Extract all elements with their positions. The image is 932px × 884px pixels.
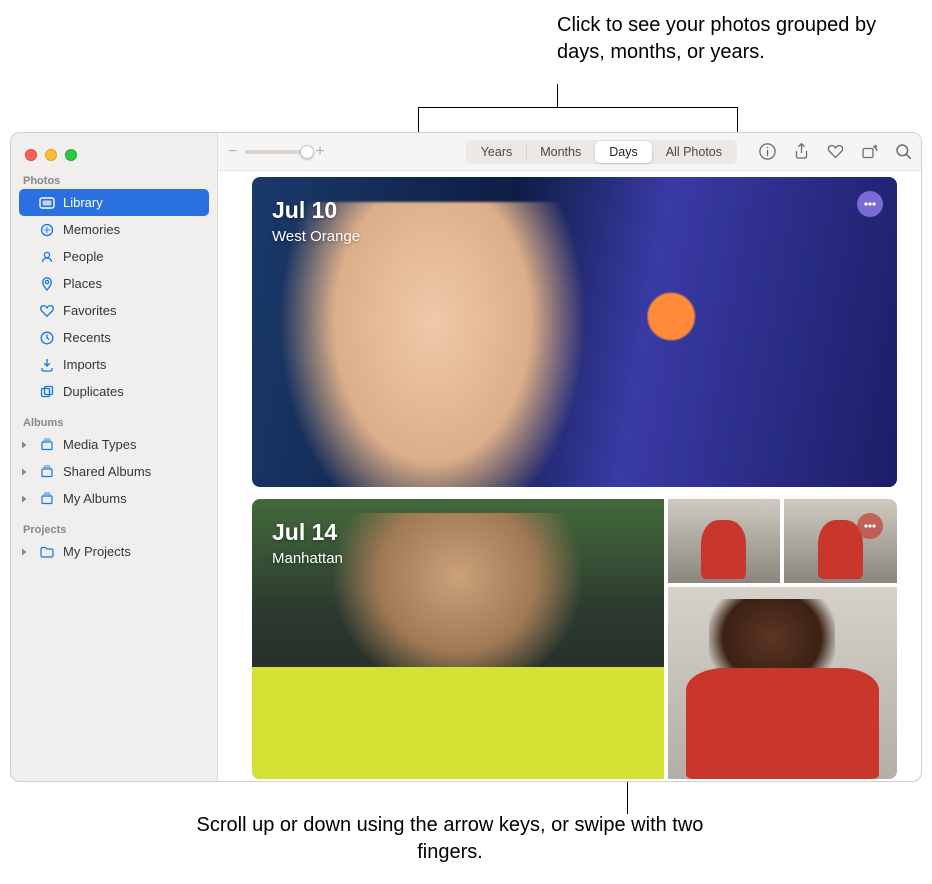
disclosure-triangle-icon[interactable] (19, 467, 29, 477)
memories-icon (39, 222, 55, 238)
window-controls (11, 133, 217, 171)
segment-years[interactable]: Years (467, 141, 527, 163)
zoom-in-icon[interactable]: + (315, 144, 324, 160)
sidebar-item-label: My Projects (63, 544, 131, 559)
sidebar-item-label: Places (63, 276, 102, 291)
sidebar-item-label: People (63, 249, 103, 264)
day-group[interactable]: Jul 14 Manhattan (252, 499, 897, 779)
toolbar-actions (743, 142, 913, 162)
sidebar-item-label: Recents (63, 330, 111, 345)
date-label: Jul 10 (272, 197, 360, 224)
fullscreen-window-button[interactable] (65, 149, 77, 161)
folder-icon (39, 544, 55, 560)
minimize-window-button[interactable] (45, 149, 57, 161)
sidebar-item-places[interactable]: Places (19, 270, 209, 297)
favorite-heart-icon[interactable] (825, 142, 845, 162)
sidebar-item-favorites[interactable]: Favorites (19, 297, 209, 324)
sidebar-section-albums: Albums (11, 413, 217, 431)
toolbar: − + Years Months Days All Photos (218, 133, 921, 171)
sidebar: Photos Library Memories People Places (11, 133, 218, 781)
sidebar-item-myprojects[interactable]: My Projects (19, 538, 209, 565)
callout-connector (557, 84, 558, 107)
sidebar-item-duplicates[interactable]: Duplicates (19, 378, 209, 405)
people-icon (39, 249, 55, 265)
disclosure-triangle-icon[interactable] (19, 547, 29, 557)
photo-grid[interactable]: Jul 10 West Orange Jul 14 Manhattan (218, 171, 921, 781)
close-window-button[interactable] (25, 149, 37, 161)
day-group-header: Jul 14 Manhattan (272, 519, 343, 567)
sidebar-section-photos: Photos (11, 171, 217, 189)
day-group-header: Jul 10 West Orange (272, 197, 360, 245)
sidebar-item-mediatypes[interactable]: Media Types (19, 431, 209, 458)
content-area: − + Years Months Days All Photos (218, 133, 921, 781)
album-stack-icon (39, 437, 55, 453)
sidebar-item-label: Imports (63, 357, 106, 372)
clock-icon (39, 330, 55, 346)
location-label: Manhattan (272, 550, 343, 567)
sidebar-item-myalbums[interactable]: My Albums (19, 485, 209, 512)
sidebar-item-imports[interactable]: Imports (19, 351, 209, 378)
heart-icon (39, 303, 55, 319)
more-options-button[interactable] (857, 191, 883, 217)
callout-connector (627, 782, 628, 814)
callout-bottom: Scroll up or down using the arrow keys, … (180, 812, 720, 866)
zoom-control[interactable]: − + (226, 144, 329, 160)
library-icon (39, 195, 55, 211)
album-stack-icon (39, 464, 55, 480)
search-icon[interactable] (893, 142, 913, 162)
sidebar-item-label: Library (63, 195, 103, 210)
share-icon[interactable] (791, 142, 811, 162)
photo-thumbnail[interactable] (784, 499, 897, 583)
sidebar-item-label: My Albums (63, 491, 127, 506)
photo-thumbnail[interactable] (668, 499, 781, 583)
album-stack-icon (39, 491, 55, 507)
day-group[interactable]: Jul 10 West Orange (252, 177, 897, 487)
info-icon[interactable] (757, 142, 777, 162)
more-options-button[interactable] (857, 513, 883, 539)
location-label: West Orange (272, 228, 360, 245)
sidebar-item-label: Favorites (63, 303, 116, 318)
disclosure-triangle-icon[interactable] (19, 440, 29, 450)
import-icon (39, 357, 55, 373)
pin-icon (39, 276, 55, 292)
callout-top: Click to see your photos grouped by days… (557, 12, 917, 66)
segment-months[interactable]: Months (526, 141, 595, 163)
photo-thumbnail[interactable] (668, 587, 898, 779)
disclosure-triangle-icon[interactable] (19, 494, 29, 504)
rotate-icon[interactable] (859, 142, 879, 162)
zoom-slider[interactable] (245, 150, 307, 154)
zoom-out-icon[interactable]: − (228, 144, 237, 160)
view-segmented-control: Years Months Days All Photos (466, 140, 737, 164)
sidebar-item-label: Memories (63, 222, 120, 237)
sidebar-item-library[interactable]: Library (19, 189, 209, 216)
photos-app-window: Photos Library Memories People Places (10, 132, 922, 782)
duplicates-icon (39, 384, 55, 400)
sidebar-section-projects: Projects (11, 520, 217, 538)
sidebar-item-label: Duplicates (63, 384, 124, 399)
sidebar-item-sharedalbums[interactable]: Shared Albums (19, 458, 209, 485)
sidebar-item-memories[interactable]: Memories (19, 216, 209, 243)
segment-allphotos[interactable]: All Photos (652, 141, 736, 163)
sidebar-item-label: Shared Albums (63, 464, 151, 479)
sidebar-item-recents[interactable]: Recents (19, 324, 209, 351)
sidebar-item-people[interactable]: People (19, 243, 209, 270)
date-label: Jul 14 (272, 519, 343, 546)
sidebar-item-label: Media Types (63, 437, 136, 452)
segment-days[interactable]: Days (595, 141, 651, 163)
